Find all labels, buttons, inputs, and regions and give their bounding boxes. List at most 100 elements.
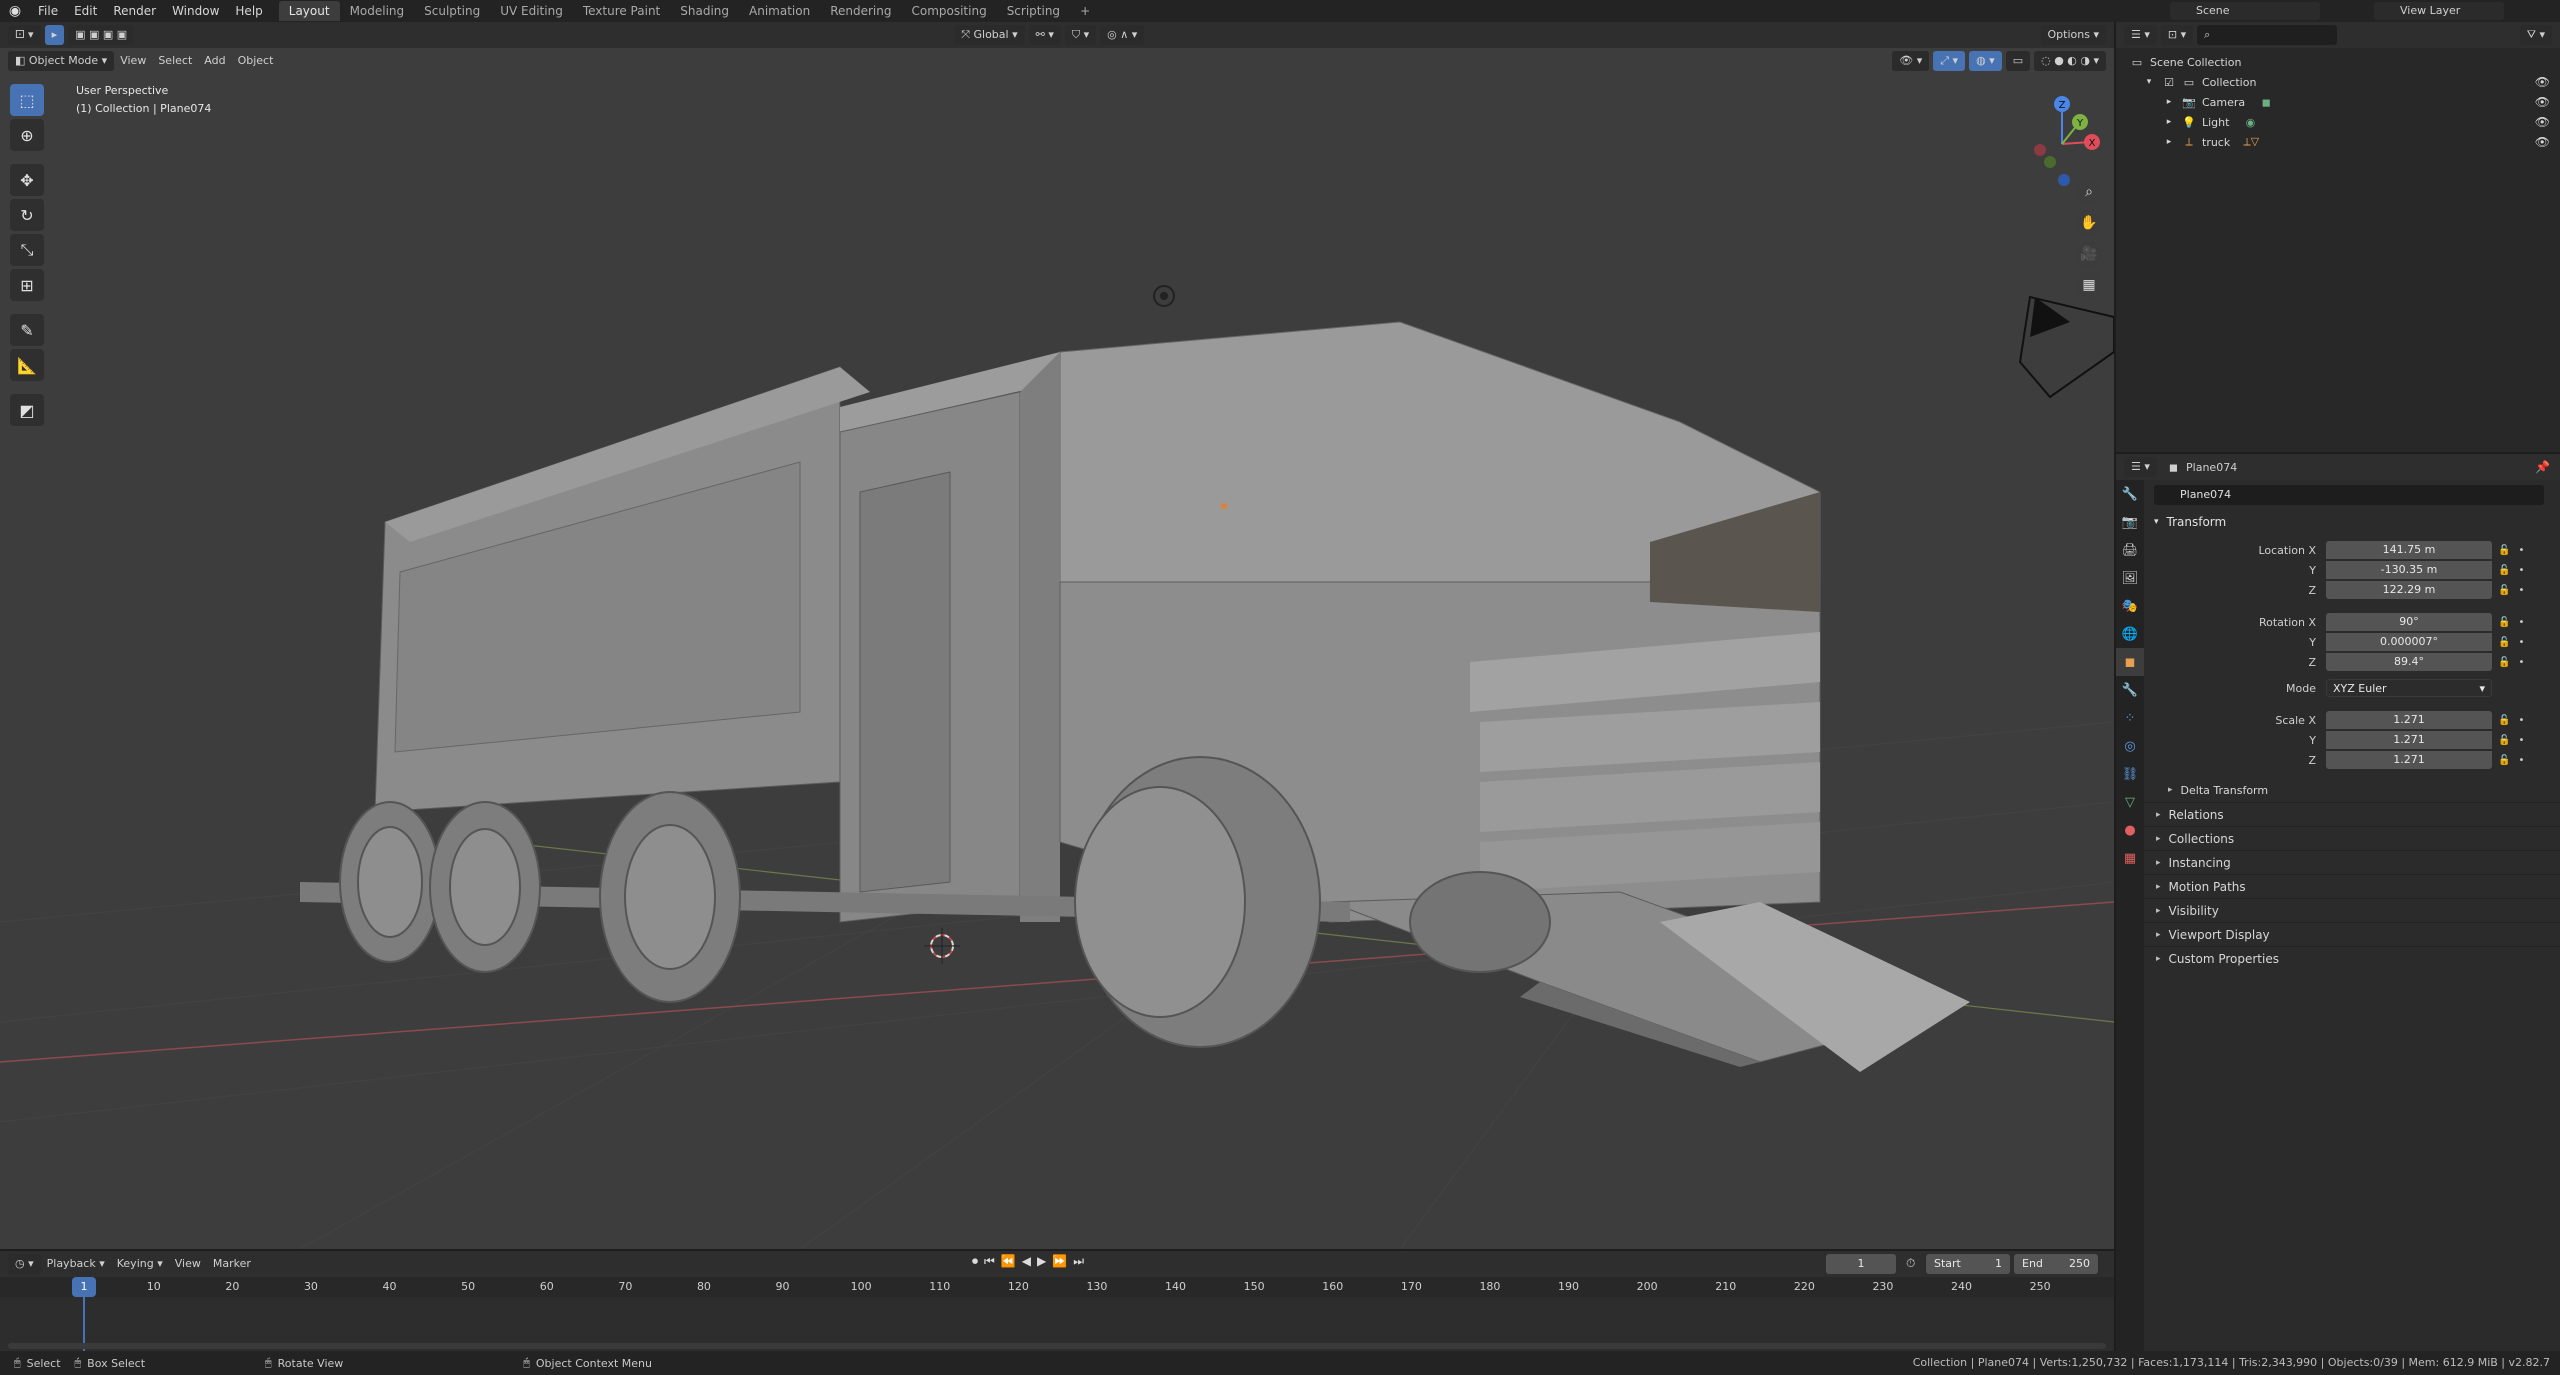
end-frame-field[interactable]: End 250 xyxy=(2014,1254,2098,1274)
keyframe-dot-icon[interactable]: • xyxy=(2518,755,2524,766)
pan-hand-icon[interactable]: ✋ xyxy=(2076,210,2102,236)
eye-icon[interactable]: 👁 xyxy=(2535,135,2550,149)
timeline-scrollbar[interactable] xyxy=(8,1343,2106,1349)
delta-transform-panel[interactable]: ▸ Delta Transform xyxy=(2144,778,2560,802)
keyframe-dot-icon[interactable]: • xyxy=(2518,617,2524,628)
play-icon[interactable]: ▶ xyxy=(1037,1254,1046,1269)
location-z-field[interactable]: 122.29 m xyxy=(2326,581,2492,599)
record-icon[interactable]: ⏺ xyxy=(972,1254,978,1269)
collections-panel[interactable]: ▸ Collections xyxy=(2144,826,2560,850)
menu-keying[interactable]: Keying ▾ xyxy=(111,1254,169,1274)
outliner-item-truck[interactable]: ▸ ⟂ truck ⟂▽ 👁 xyxy=(2116,132,2560,152)
lock-icon[interactable]: 🔓 xyxy=(2498,657,2510,668)
keyframe-dot-icon[interactable]: • xyxy=(2518,657,2524,668)
tab-shading[interactable]: Shading xyxy=(670,1,739,21)
object-tab-icon[interactable]: ◼ xyxy=(2116,648,2144,676)
measure-tool-icon[interactable]: 📐 xyxy=(10,349,44,381)
camera-data-icon[interactable]: ◼ xyxy=(2259,95,2273,109)
rotation-y-field[interactable]: 0.000007° xyxy=(2326,633,2492,651)
keyframe-dot-icon[interactable]: • xyxy=(2518,585,2524,596)
location-y-field[interactable]: -130.35 m xyxy=(2326,561,2492,579)
prev-keyframe-icon[interactable]: ⏪ xyxy=(1001,1254,1016,1269)
outliner-item-camera[interactable]: ▸ 📷 Camera ◼ 👁 xyxy=(2116,92,2560,112)
move-tool-icon[interactable]: ✥ xyxy=(10,164,44,196)
blender-logo-icon[interactable]: ◉ xyxy=(0,0,30,22)
viewport-display-panel[interactable]: ▸ Viewport Display xyxy=(2144,922,2560,946)
lock-icon[interactable]: 🔓 xyxy=(2498,637,2510,648)
light-object[interactable] xyxy=(1153,285,1175,307)
overlays-toggle[interactable]: ◍ ▾ xyxy=(1969,51,2002,71)
keyframe-dot-icon[interactable]: • xyxy=(2518,565,2524,576)
pin-icon[interactable]: 📌 xyxy=(2535,460,2550,474)
object-name-field[interactable]: Plane074 xyxy=(2154,485,2544,505)
tab-texture-paint[interactable]: Texture Paint xyxy=(573,1,670,21)
annotate-tool-icon[interactable]: ✎ xyxy=(10,314,44,346)
snap-toggle[interactable]: ⛉ ▾ xyxy=(1064,25,1097,45)
gizmo-toggle[interactable]: ⤢ ▾ xyxy=(1933,51,1966,71)
menu-window[interactable]: Window xyxy=(164,4,227,18)
add-cube-tool-icon[interactable]: ◩ xyxy=(10,394,44,426)
custom-properties-panel[interactable]: ▸ Custom Properties xyxy=(2144,946,2560,970)
scale-tool-icon[interactable]: ⤡ xyxy=(10,234,44,266)
keyframe-dot-icon[interactable]: • xyxy=(2518,715,2524,726)
outliner-scene-collection[interactable]: ▭ Scene Collection xyxy=(2116,52,2560,72)
rotation-mode-select[interactable]: XYZ Euler ▾ xyxy=(2326,679,2492,697)
tab-compositing[interactable]: Compositing xyxy=(901,1,996,21)
expand-truck-icon[interactable]: ▸ xyxy=(2162,135,2176,149)
expand-light-icon[interactable]: ▸ xyxy=(2162,115,2176,129)
timeline-ruler[interactable]: 10 20 30 40 50 60 70 80 90 100 110 120 130 140 150 160 1… xyxy=(0,1277,2114,1297)
navigation-gizmo[interactable]: Z X Y xyxy=(2020,84,2100,194)
lock-icon[interactable]: 🔓 xyxy=(2498,735,2510,746)
play-reverse-icon[interactable]: ◀ xyxy=(1022,1254,1031,1269)
constraints-tab-icon[interactable]: ⛓ xyxy=(2116,760,2144,788)
cursor-tool-icon[interactable]: ⊕ xyxy=(10,119,44,151)
menu-timeline-view[interactable]: View xyxy=(169,1254,207,1274)
tool-tab-icon[interactable]: 🔧 xyxy=(2116,480,2144,508)
shading-mode-buttons[interactable]: ◌ ● ◐ ◑ ▾ xyxy=(2034,51,2106,71)
eye-icon[interactable]: 👁 xyxy=(2535,95,2550,109)
tab-rendering[interactable]: Rendering xyxy=(820,1,901,21)
clock-icon[interactable]: ⏱ xyxy=(1906,1256,1915,1271)
start-frame-field[interactable]: Start 1 xyxy=(1926,1254,2010,1274)
menu-edit[interactable]: Edit xyxy=(66,4,105,18)
menu-select[interactable]: Select xyxy=(152,51,198,71)
expand-camera-icon[interactable]: ▸ xyxy=(2162,95,2176,109)
3d-cursor[interactable] xyxy=(924,928,960,964)
scene-tab-icon[interactable]: 🎭 xyxy=(2116,592,2144,620)
material-tab-icon[interactable]: ● xyxy=(2116,816,2144,844)
object-data-tab-icon[interactable]: ▽ xyxy=(2116,788,2144,816)
visibility-toggle[interactable]: 👁 ▾ xyxy=(1892,51,1930,71)
rotation-z-field[interactable]: 89.4° xyxy=(2326,653,2492,671)
add-workspace-button[interactable]: + xyxy=(1070,1,1100,21)
instancing-panel[interactable]: ▸ Instancing xyxy=(2144,850,2560,874)
lock-icon[interactable]: 🔓 xyxy=(2498,565,2510,576)
options-dropdown[interactable]: Options ▾ xyxy=(2040,25,2106,45)
physics-tab-icon[interactable]: ◎ xyxy=(2116,732,2144,760)
outliner-search-input[interactable]: ⌕ xyxy=(2197,25,2338,45)
lock-icon[interactable]: 🔓 xyxy=(2498,755,2510,766)
relations-panel[interactable]: ▸ Relations xyxy=(2144,802,2560,826)
expand-collection-icon[interactable]: ▾ xyxy=(2142,75,2156,89)
mode-dropdown[interactable]: ◧ Object Mode ▾ xyxy=(8,51,115,71)
timeline-editor-type[interactable]: ◷ ▾ xyxy=(8,1254,41,1274)
ortho-grid-icon[interactable]: ▦ xyxy=(2076,272,2102,298)
output-tab-icon[interactable]: 🖨 xyxy=(2116,536,2144,564)
current-frame-field[interactable]: 1 xyxy=(1826,1254,1896,1274)
outliner-editor-type[interactable]: ☰ ▾ xyxy=(2124,25,2157,45)
tab-modeling[interactable]: Modeling xyxy=(340,1,415,21)
scale-z-field[interactable]: 1.271 xyxy=(2326,751,2492,769)
tab-sculpting[interactable]: Sculpting xyxy=(414,1,490,21)
texture-tab-icon[interactable]: ▦ xyxy=(2116,844,2144,872)
rotate-tool-icon[interactable]: ↻ xyxy=(10,199,44,231)
checkbox-icon[interactable]: ☑ xyxy=(2162,75,2176,89)
tab-uv-editing[interactable]: UV Editing xyxy=(490,1,573,21)
scale-x-field[interactable]: 1.271 xyxy=(2326,711,2492,729)
keyframe-dot-icon[interactable]: • xyxy=(2518,545,2524,556)
select-box-tool-icon[interactable]: ⬚ xyxy=(10,84,44,116)
camera-view-icon[interactable]: 🎥 xyxy=(2076,241,2102,267)
selection-mode-buttons[interactable]: ▣ ▣ ▣ ▣ xyxy=(68,25,135,45)
outliner-collection[interactable]: ▾ ☑ ▭ Collection 👁 xyxy=(2116,72,2560,92)
world-tab-icon[interactable]: 🌐 xyxy=(2116,620,2144,648)
outliner-display-mode[interactable]: ⊡ ▾ xyxy=(2160,25,2194,45)
menu-file[interactable]: File xyxy=(30,4,66,18)
